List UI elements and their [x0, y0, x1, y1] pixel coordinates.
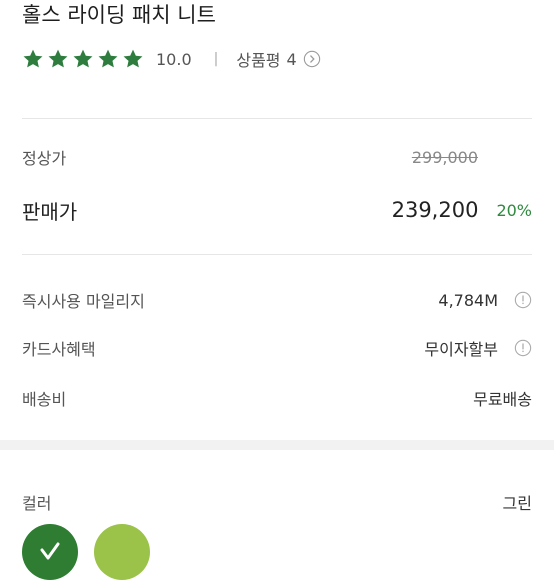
rating-stars [22, 48, 144, 70]
section-band [0, 440, 554, 450]
review-label: 상품평 [236, 51, 281, 70]
color-option-label: 컬러 [22, 494, 52, 513]
chevron-right-icon [303, 50, 320, 68]
star-icon [123, 49, 143, 68]
mileage-group: 4,784M [438, 291, 532, 310]
section-divider [22, 254, 532, 255]
star-icon [73, 49, 93, 68]
star-icon [23, 49, 43, 68]
info-icon[interactable] [514, 339, 532, 357]
card-benefit-group: 무이자할부 [424, 336, 532, 360]
regular-price-label: 정상가 [22, 149, 67, 168]
regular-price-row: 정상가 299,000 [22, 144, 532, 170]
rating-score: 10.0 [156, 49, 192, 69]
discount-rate: 20% [496, 200, 532, 220]
review-link[interactable]: 상품평 4 [236, 47, 320, 71]
star-icon [48, 49, 68, 68]
sale-price-row: 판매가 239,200 20% [22, 194, 532, 226]
product-title: 홀스 라이딩 패치 니트 [22, 3, 216, 27]
sale-price-value: 239,200 [391, 198, 479, 222]
shipping-row: 배송비 무료배송 [22, 384, 532, 412]
sale-price-label: 판매가 [22, 199, 78, 224]
check-icon [40, 542, 60, 560]
card-benefit-row: 카드사혜택 무이자할부 [22, 334, 532, 362]
shipping-label: 배송비 [22, 390, 67, 409]
rating-bar: 10.0 | 상품평 4 [22, 44, 321, 74]
sale-price-group: 239,200 20% [392, 198, 532, 222]
color-selected-value: 그린 [502, 494, 532, 513]
card-benefit-value: 무이자할부 [424, 340, 498, 359]
regular-price-value: 299,000 [411, 147, 478, 167]
color-swatch-lime[interactable] [94, 524, 150, 580]
color-option-row: 컬러 그린 [22, 488, 532, 516]
shipping-value: 무료배송 [473, 390, 532, 409]
mileage-label: 즉시사용 마일리지 [22, 292, 145, 311]
mileage-value: 4,784M [438, 290, 498, 310]
card-benefit-label: 카드사혜택 [22, 340, 96, 359]
divider-bar: | [213, 51, 219, 67]
review-count: 4 [286, 49, 297, 69]
section-divider [22, 118, 532, 119]
star-icon [98, 49, 118, 68]
mileage-row: 즉시사용 마일리지 4,784M [22, 286, 532, 314]
color-swatch-green[interactable] [22, 524, 78, 580]
info-icon[interactable] [514, 291, 532, 309]
